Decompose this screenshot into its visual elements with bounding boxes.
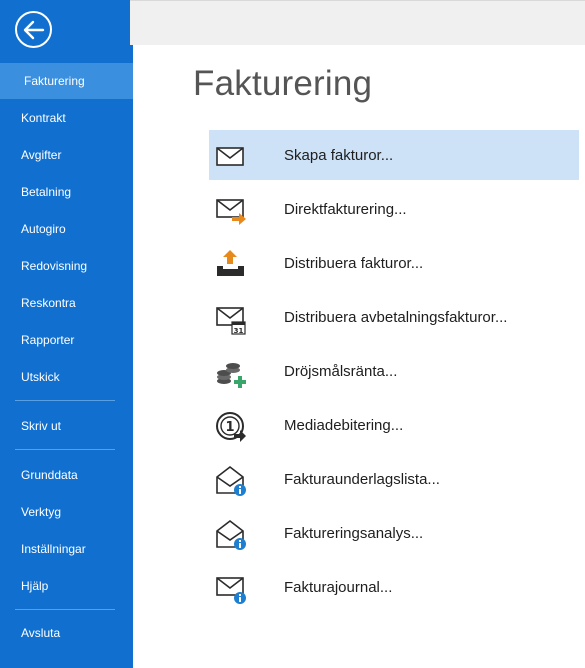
command-label: Dröjsmålsränta... [284, 363, 398, 380]
command-label: Faktureringsanalys... [284, 525, 424, 542]
sidebar: Fakturering Kontrakt Avgifter Betalning … [0, 0, 133, 668]
create-invoices-button[interactable]: Skapa fakturor... [209, 130, 579, 180]
envelope-arrow-icon [216, 199, 246, 225]
back-arrow-icon [23, 20, 45, 40]
late-interest-button[interactable]: Dröjsmålsränta... [209, 346, 579, 396]
sidebar-item-hjalp[interactable]: Hjälp [0, 568, 133, 604]
sidebar-item-fakturering[interactable]: Fakturering [0, 63, 133, 99]
command-label: Skapa fakturor... [284, 147, 394, 164]
sidebar-item-skriv-ut[interactable]: Skriv ut [0, 408, 133, 444]
open-envelope-info-icon [216, 519, 246, 550]
page-title: Fakturering [193, 64, 373, 103]
top-bar [130, 0, 585, 45]
sidebar-item-grunddata[interactable]: Grunddata [0, 457, 133, 493]
command-label: Direktfakturering... [284, 201, 407, 218]
sidebar-item-reskontra[interactable]: Reskontra [0, 285, 133, 321]
command-label: Distribuera avbetalningsfakturor... [284, 309, 508, 326]
svg-text:31: 31 [234, 327, 244, 335]
media-debit-button[interactable]: 1 Mediadebitering... [209, 400, 579, 450]
svg-text:1: 1 [225, 420, 234, 435]
sidebar-item-utskick[interactable]: Utskick [0, 359, 133, 395]
envelope-calendar-icon: 31 [216, 307, 246, 335]
envelope-info-icon [216, 577, 246, 604]
coins-plus-icon [217, 363, 246, 388]
sidebar-item-installningar[interactable]: Inställningar [0, 531, 133, 567]
sidebar-divider [15, 609, 115, 610]
sidebar-item-betalning[interactable]: Betalning [0, 174, 133, 210]
open-envelope-info-icon [216, 465, 246, 496]
invoice-journal-button[interactable]: Fakturajournal... [209, 562, 579, 612]
command-label: Distribuera fakturor... [284, 255, 424, 272]
sidebar-item-avgifter[interactable]: Avgifter [0, 137, 133, 173]
sidebar-item-redovisning[interactable]: Redovisning [0, 248, 133, 284]
direct-invoicing-button[interactable]: Direktfakturering... [209, 184, 579, 234]
distribute-invoices-button[interactable]: Distribuera fakturor... [209, 238, 579, 288]
sidebar-item-autogiro[interactable]: Autogiro [0, 211, 133, 247]
command-label: Fakturajournal... [284, 579, 393, 596]
invoice-basis-list-button[interactable]: Fakturaunderlagslista... [209, 454, 579, 504]
sidebar-divider [15, 400, 115, 401]
invoicing-analysis-button[interactable]: Faktureringsanalys... [209, 508, 579, 558]
sidebar-item-rapporter[interactable]: Rapporter [0, 322, 133, 358]
sidebar-item-kontrakt[interactable]: Kontrakt [0, 100, 133, 136]
sidebar-item-verktyg[interactable]: Verktyg [0, 494, 133, 530]
distribute-installment-invoices-button[interactable]: 31 Distribuera avbetalningsfakturor... [209, 292, 579, 342]
media-debit-icon: 1 [216, 412, 246, 442]
envelope-icon [216, 147, 244, 166]
back-button[interactable] [15, 11, 52, 48]
command-label: Mediadebitering... [284, 417, 404, 434]
command-label: Fakturaunderlagslista... [284, 471, 440, 488]
tray-upload-icon [217, 250, 244, 276]
sidebar-item-avsluta[interactable]: Avsluta [0, 615, 133, 651]
sidebar-divider [15, 449, 115, 450]
